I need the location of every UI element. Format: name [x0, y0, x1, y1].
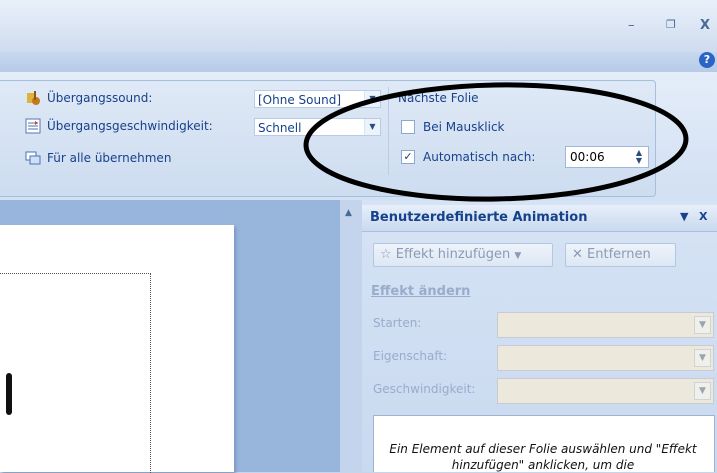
annotation-ellipse [303, 82, 689, 202]
